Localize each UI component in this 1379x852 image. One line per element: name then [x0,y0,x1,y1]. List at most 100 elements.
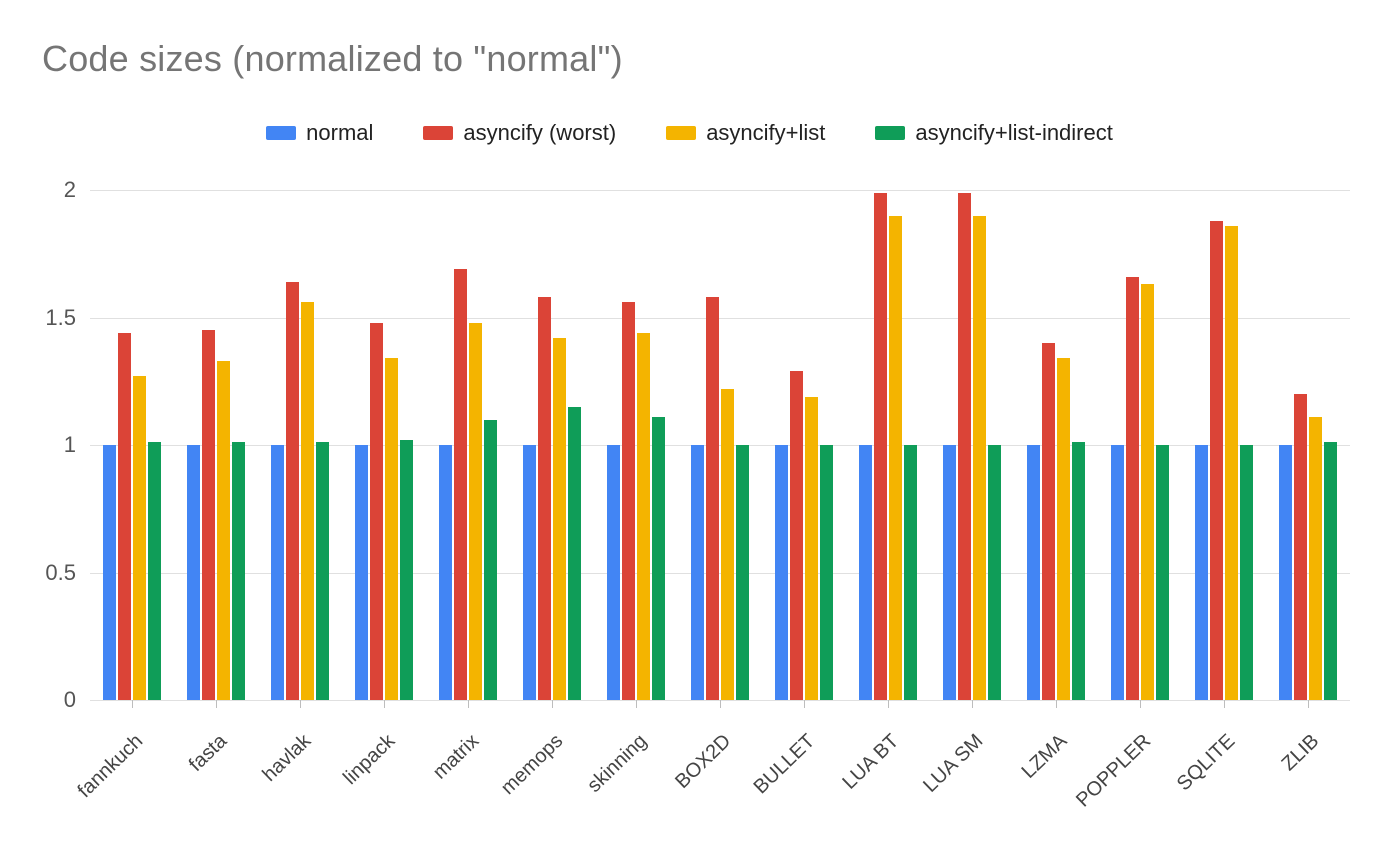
bar [1210,221,1223,700]
bar [805,397,818,700]
bar [187,445,200,700]
bar [103,445,116,700]
bar [1111,445,1124,700]
bar [652,417,665,700]
bar [1195,445,1208,700]
bar [820,445,833,700]
x-axis-tick-label: skinning [583,730,652,798]
x-axis-tick [216,700,217,708]
bar [943,445,956,700]
x-axis-tick-label: fasta [185,730,232,777]
bar [1141,284,1154,700]
bar-group [510,190,594,700]
bar [148,442,161,700]
bar [874,193,887,700]
bar [271,445,284,700]
swatch-asyncify-list [666,126,696,140]
bar [973,216,986,701]
bar-group [174,190,258,700]
bar [523,445,536,700]
bar [484,420,497,701]
bar [202,330,215,700]
bar [538,297,551,700]
x-axis-tick [888,700,889,708]
bar-group [1266,190,1350,700]
bar [958,193,971,700]
x-axis-tick-label: LUA BT [838,730,904,794]
legend: normal asyncify (worst) asyncify+list as… [0,120,1379,146]
bar [118,333,131,700]
bar [1156,445,1169,700]
x-axis-tick [300,700,301,708]
legend-label: asyncify (worst) [463,120,616,146]
legend-label: asyncify+list [706,120,825,146]
bar [1072,442,1085,700]
bar [790,371,803,700]
x-axis-tick [552,700,553,708]
bar-group [90,190,174,700]
x-axis-tick [1056,700,1057,708]
x-axis-tick [804,700,805,708]
bar [232,442,245,700]
bar [1294,394,1307,700]
bar-group [762,190,846,700]
bar [691,445,704,700]
y-axis-tick-label: 0.5 [45,560,76,586]
bar [859,445,872,700]
bar [637,333,650,700]
y-axis-tick-label: 2 [64,177,76,203]
x-axis-tick-label: fannkuch [74,730,148,803]
bar [385,358,398,700]
y-axis-tick-label: 0 [64,687,76,713]
bar [775,445,788,700]
bar-group [426,190,510,700]
legend-label: asyncify+list-indirect [915,120,1112,146]
bar [400,440,413,700]
x-axis-tick [1140,700,1141,708]
y-axis-tick-label: 1 [64,432,76,458]
legend-item-asyncify-worst: asyncify (worst) [423,120,616,146]
x-axis-tick-label: havlak [258,730,316,787]
bar [286,282,299,700]
bar [316,442,329,700]
x-axis-labels: fannkuchfastahavlaklinpackmatrixmemopssk… [90,700,1350,840]
swatch-asyncify-worst [423,126,453,140]
bar [889,216,902,701]
bar [1042,343,1055,700]
bar [1057,358,1070,700]
chart-container: Code sizes (normalized to "normal") norm… [0,0,1379,852]
plot-area: 00.511.52 [90,190,1350,700]
bar [607,445,620,700]
bar-group [594,190,678,700]
bar [133,376,146,700]
bar-group [678,190,762,700]
bar [1126,277,1139,700]
bar [622,302,635,700]
x-axis-tick-label: ZLIB [1278,730,1324,776]
swatch-asyncify-list-indirect [875,126,905,140]
x-axis-tick-label: SQLITE [1173,730,1240,796]
x-axis-tick [384,700,385,708]
bar [904,445,917,700]
x-axis-tick [468,700,469,708]
bar [439,445,452,700]
x-axis-tick-label: BOX2D [671,730,736,794]
bar [217,361,230,700]
bar [301,302,314,700]
bar [1279,445,1292,700]
legend-label: normal [306,120,373,146]
x-axis-tick [972,700,973,708]
bar [553,338,566,700]
x-axis-tick [1308,700,1309,708]
legend-item-normal: normal [266,120,373,146]
bar [736,445,749,700]
legend-item-asyncify-list: asyncify+list [666,120,825,146]
x-axis-tick [132,700,133,708]
x-axis-tick-label: LZMA [1018,730,1072,784]
bar [721,389,734,700]
bar [1324,442,1337,700]
x-axis-tick [1224,700,1225,708]
bar-group [342,190,426,700]
bar-group [1182,190,1266,700]
bar-group [1098,190,1182,700]
